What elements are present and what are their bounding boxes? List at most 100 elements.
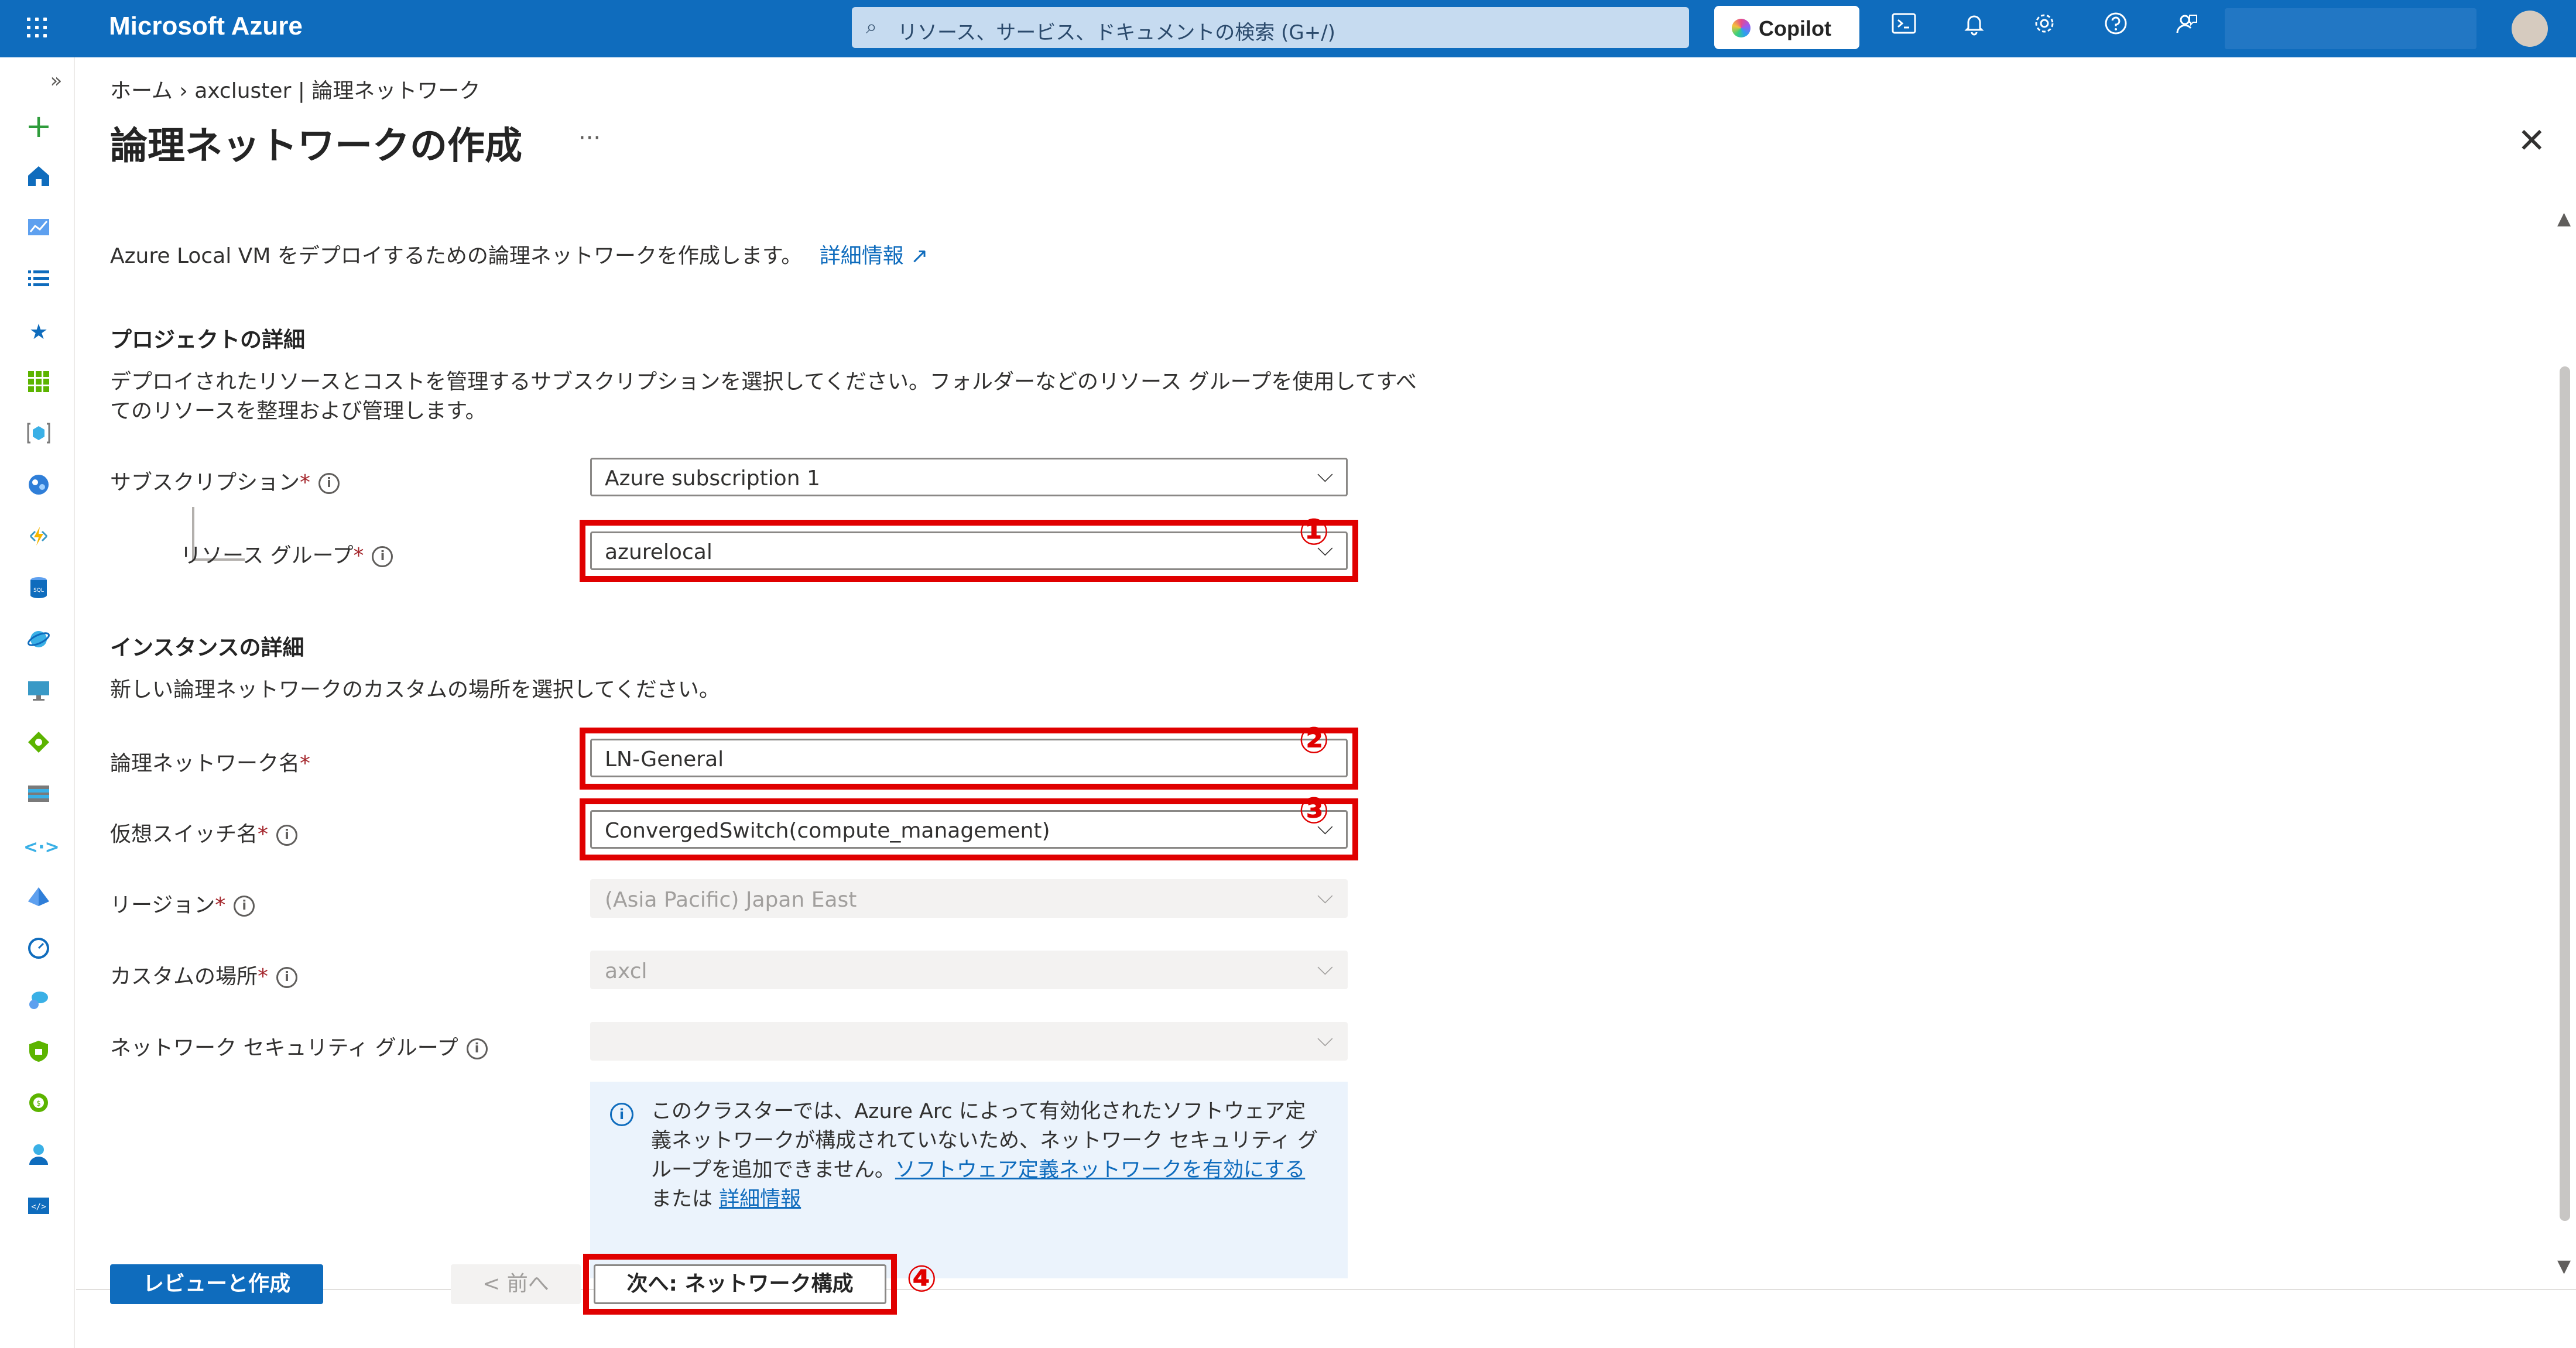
svg-text:SQL: SQL xyxy=(33,588,44,594)
chevron-down-icon: ⌵ xyxy=(1317,1027,1333,1051)
notice-mid: または xyxy=(651,1188,720,1211)
svg-text:</>: </> xyxy=(31,1202,46,1212)
settings-gear-icon[interactable] xyxy=(2027,11,2062,46)
left-sidebar: » + ★ SQL <·> $ </> xyxy=(0,57,75,1348)
project-details-description: デプロイされたリソースとコストを管理するサブスクリプションを選択してください。フ… xyxy=(110,368,1417,426)
help-icon[interactable] xyxy=(2098,11,2133,46)
page-description: Azure Local VM をデプロイするための論理ネットワークを作成します。… xyxy=(110,239,928,269)
virtual-networks-icon[interactable]: <·> xyxy=(23,832,60,863)
project-desc-line-2: てのリソースを整理および管理します。 xyxy=(110,399,487,423)
home-icon[interactable] xyxy=(23,163,54,193)
storage-accounts-icon[interactable] xyxy=(23,781,54,811)
resource-groups-icon[interactable] xyxy=(23,420,54,451)
subscription-label-text: サブスクリプション xyxy=(110,471,300,495)
resource-group-label-text: リソース グループ xyxy=(180,544,354,568)
all-resources-icon[interactable] xyxy=(23,369,54,399)
network-name-label-text: 論理ネットワーク名 xyxy=(110,752,300,776)
previous-button[interactable]: < 前へ xyxy=(451,1264,581,1304)
highlight-box-4 xyxy=(583,1254,897,1315)
function-app-icon[interactable] xyxy=(23,523,54,554)
search-placeholder: リソース、サービス、ドキュメントの検索 (G+/) xyxy=(898,21,1335,44)
info-icon[interactable]: i xyxy=(276,967,298,988)
custom-location-dropdown: axcl ⌵ xyxy=(590,951,1348,989)
info-icon[interactable]: i xyxy=(318,473,340,494)
cloud-shell-icon[interactable] xyxy=(1886,11,1921,46)
app-launcher-icon[interactable] xyxy=(27,18,50,41)
page-title: 論理ネットワークの作成 xyxy=(110,125,522,168)
region-label: リージョン* i xyxy=(110,888,255,918)
required-mark: * xyxy=(258,965,269,989)
favorites-star-icon[interactable]: ★ xyxy=(23,317,54,348)
info-icon: i xyxy=(610,1103,633,1126)
breadcrumb[interactable]: ホーム › axcluster | 論理ネットワーク xyxy=(110,74,480,104)
instance-details-description: 新しい論理ネットワークのカスタムの場所を選択してください。 xyxy=(110,678,720,702)
project-desc-line-1: デプロイされたリソースとコストを管理するサブスクリプションを選択してください。フ… xyxy=(110,370,1417,394)
subscription-dropdown[interactable]: Azure subscription 1 ⌵ xyxy=(590,458,1348,496)
resource-group-label: リソース グループ* i xyxy=(180,538,393,569)
copilot-button[interactable]: Copilot xyxy=(1714,6,1859,49)
annotation-1: ① xyxy=(1299,510,1330,553)
create-resource-icon[interactable]: + xyxy=(23,111,54,142)
entra-id-icon[interactable] xyxy=(23,884,54,914)
brand-title[interactable]: Microsoft Azure xyxy=(109,12,303,41)
cost-management-icon[interactable]: $ xyxy=(23,1090,54,1120)
network-name-label: 論理ネットワーク名* xyxy=(110,746,310,777)
review-create-button[interactable]: レビューと作成 xyxy=(110,1264,323,1304)
dashboard-icon[interactable] xyxy=(23,214,54,245)
monitor-icon[interactable] xyxy=(23,935,54,966)
enable-sdn-link[interactable]: ソフトウェア定義ネットワークを有効にする xyxy=(895,1158,1305,1182)
search-icon: ⌕ xyxy=(866,15,878,39)
virtual-switch-label: 仮想スイッチ名* i xyxy=(110,817,298,848)
all-services-icon[interactable] xyxy=(23,266,54,296)
region-dropdown: (Asia Pacific) Japan East ⌵ xyxy=(590,879,1348,918)
defender-icon[interactable] xyxy=(23,1038,54,1069)
sql-database-icon[interactable]: SQL xyxy=(23,575,54,605)
dev-tools-icon[interactable]: </> xyxy=(23,1193,54,1223)
scrollbar[interactable]: ▲ ▼ xyxy=(2553,208,2576,1281)
info-icon[interactable]: i xyxy=(234,896,255,917)
chevron-down-icon: ⌵ xyxy=(1317,884,1333,908)
highlight-box-1 xyxy=(580,520,1358,582)
annotation-2: ② xyxy=(1299,719,1330,762)
learn-more-link[interactable]: 詳細情報 ↗ xyxy=(820,244,929,268)
required-mark: * xyxy=(215,893,226,917)
more-options-icon[interactable]: ··· xyxy=(578,125,601,152)
scrollbar-thumb[interactable] xyxy=(2560,366,2570,1221)
close-icon[interactable]: ✕ xyxy=(2517,121,2546,160)
user-icon[interactable] xyxy=(23,1141,54,1172)
highlight-box-3 xyxy=(580,798,1358,860)
virtual-machines-icon[interactable] xyxy=(23,678,54,708)
info-icon[interactable]: i xyxy=(466,1038,488,1059)
instance-details-heading: インスタンスの詳細 xyxy=(110,635,304,660)
nsg-label: ネットワーク セキュリティ グループ i xyxy=(110,1031,488,1061)
required-mark: * xyxy=(300,752,311,776)
expand-menu-icon[interactable]: » xyxy=(41,66,71,96)
nsg-dropdown: ⌵ xyxy=(590,1022,1348,1061)
info-icon[interactable]: i xyxy=(276,825,298,846)
feedback-icon[interactable] xyxy=(2169,11,2204,46)
notice-learn-more-link[interactable]: 詳細情報 xyxy=(719,1188,801,1211)
copilot-label: Copilot xyxy=(1759,16,1831,40)
custom-location-value: axcl xyxy=(605,959,648,983)
page-description-text: Azure Local VM をデプロイするための論理ネットワークを作成します。 xyxy=(110,244,803,268)
copilot-icon xyxy=(1732,19,1751,37)
load-balancer-icon[interactable] xyxy=(23,729,54,760)
info-icon[interactable]: i xyxy=(372,546,393,567)
nsg-label-text: ネットワーク セキュリティ グループ xyxy=(110,1036,458,1060)
scroll-up-icon[interactable]: ▲ xyxy=(2557,208,2571,229)
global-search-input[interactable]: ⌕ リソース、サービス、ドキュメントの検索 (G+/) xyxy=(852,7,1689,48)
cosmos-db-icon[interactable] xyxy=(23,626,54,657)
account-info[interactable] xyxy=(2225,8,2476,49)
annotation-3: ③ xyxy=(1299,789,1330,832)
highlight-box-2 xyxy=(580,728,1358,790)
annotation-4: ④ xyxy=(906,1257,937,1300)
app-services-icon[interactable] xyxy=(23,472,54,502)
scroll-down-icon[interactable]: ▼ xyxy=(2557,1256,2571,1277)
avatar[interactable] xyxy=(2512,11,2548,47)
notifications-icon[interactable] xyxy=(1957,11,1992,46)
subscription-value: Azure subscription 1 xyxy=(605,467,820,491)
advisor-icon[interactable] xyxy=(23,987,54,1017)
main-blade: ホーム › axcluster | 論理ネットワーク 論理ネットワークの作成 ·… xyxy=(76,57,2576,1348)
subscription-label: サブスクリプション* i xyxy=(110,465,340,496)
chevron-down-icon: ⌵ xyxy=(1317,463,1333,487)
